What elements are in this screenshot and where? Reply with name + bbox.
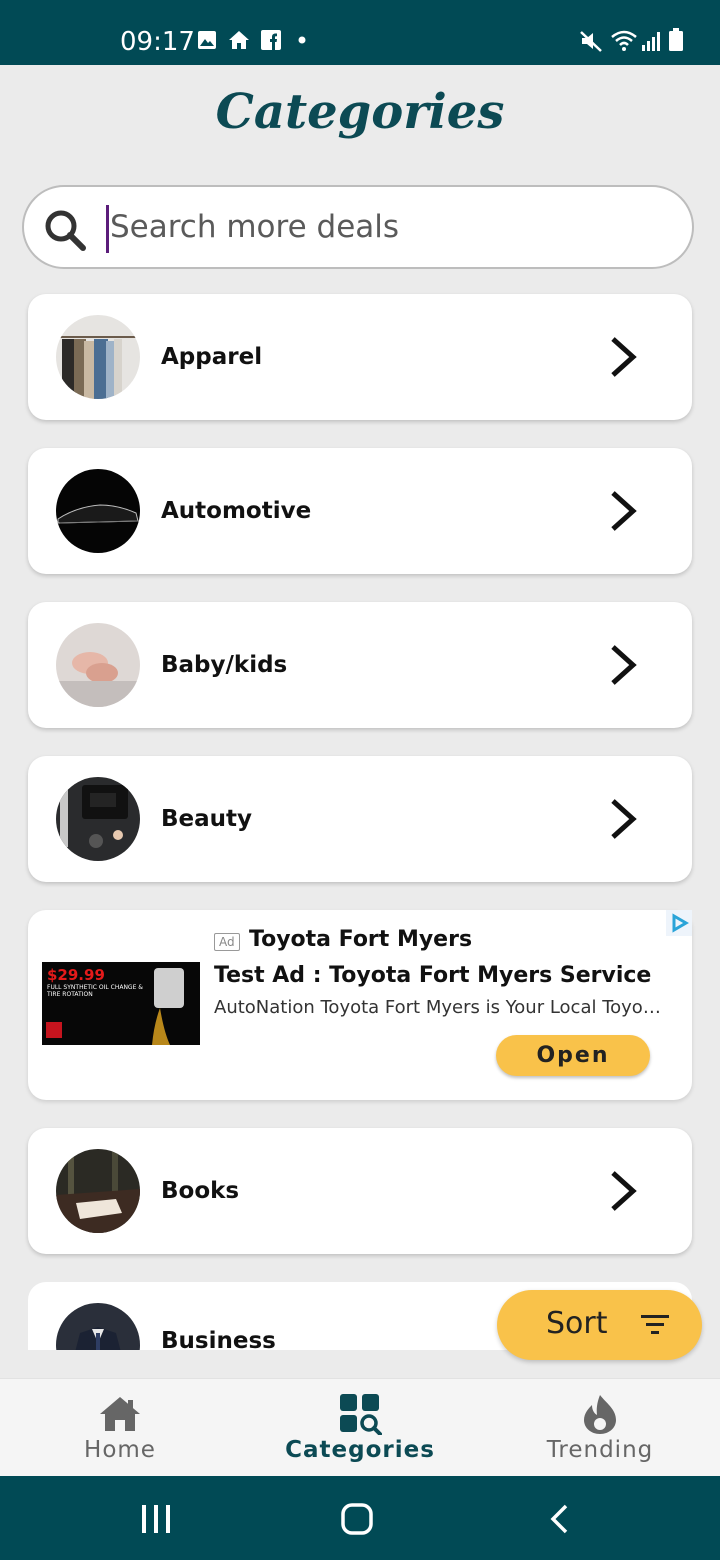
home-icon [229,31,249,49]
chevron-right-icon [611,799,637,839]
categories-icon [340,1394,382,1435]
baby-kids-thumbnail [56,623,140,707]
home-icon [100,1397,140,1431]
category-item-baby-kids[interactable]: Baby/kids [28,602,692,728]
search-input[interactable] [108,203,650,251]
category-label: Automotive [161,498,312,524]
system-navigation-bar [0,1476,720,1560]
status-bar: 09:17 [0,0,720,65]
search-bar[interactable] [22,185,694,269]
chevron-right-icon [611,1171,637,1211]
category-item-apparel[interactable]: Apparel [28,294,692,420]
books-thumbnail [56,1149,140,1233]
sort-button[interactable]: Sort [497,1290,702,1360]
image-icon [198,31,216,49]
facebook-icon [261,30,281,50]
category-item-books[interactable]: Books [28,1128,692,1254]
nav-item-trending[interactable]: Trending [480,1379,720,1477]
category-label: Beauty [161,806,253,832]
category-label: Baby/kids [161,652,288,678]
ad-advertiser[interactable]: Toyota Fort Myers [249,927,472,952]
automotive-thumbnail [56,469,140,553]
native-ad[interactable]: $29.99 FULL SYNTHETIC OIL CHANGE & TIRE … [28,910,692,1100]
filter-list-icon [641,1315,669,1334]
nav-item-home[interactable]: Home [0,1379,240,1477]
category-item-beauty[interactable]: Beauty [28,756,692,882]
search-icon [45,210,86,251]
battery-icon [669,28,683,51]
chevron-right-icon [611,491,637,531]
status-time: 09:17 [120,27,195,57]
nav-label: Trending [546,1437,654,1463]
home-button-icon[interactable] [340,1502,374,1536]
wifi-icon [611,30,637,51]
apparel-thumbnail [56,315,140,399]
business-thumbnail [56,1303,140,1350]
ad-body: AutoNation Toyota Fort Myers is Your Loc… [214,997,664,1018]
dot-icon [298,36,306,44]
bottom-navigation: Home Categories Trending [0,1378,720,1477]
chevron-right-icon [611,337,637,377]
ad-badge: Ad [214,933,240,951]
beauty-thumbnail [56,777,140,861]
ad-image-caption: FULL SYNTHETIC OIL CHANGE & TIRE ROTATIO… [47,984,143,998]
category-item-automotive[interactable]: Automotive [28,448,692,574]
category-label: Apparel [161,344,263,370]
ad-headline[interactable]: Test Ad : Toyota Fort Myers Service [214,963,651,988]
recent-apps-icon[interactable] [140,1504,172,1534]
category-label: Books [161,1178,240,1204]
chevron-right-icon [611,645,637,685]
nav-label: Home [84,1437,156,1463]
ad-image: $29.99 FULL SYNTHETIC OIL CHANGE & TIRE … [42,962,200,1045]
flame-icon [584,1395,616,1434]
signal-icon [642,32,660,51]
ad-image-price: $29.99 [47,966,105,984]
sort-label: Sort [546,1306,608,1341]
ad-choices-icon[interactable] [666,910,692,936]
nav-label: Categories [285,1437,435,1463]
back-icon[interactable] [548,1504,570,1534]
ad-open-button[interactable]: Open [496,1035,650,1076]
category-label: Business [161,1328,276,1350]
mute-icon [580,31,602,52]
nav-item-categories[interactable]: Categories [240,1379,480,1477]
page-title: Categories [215,84,505,140]
